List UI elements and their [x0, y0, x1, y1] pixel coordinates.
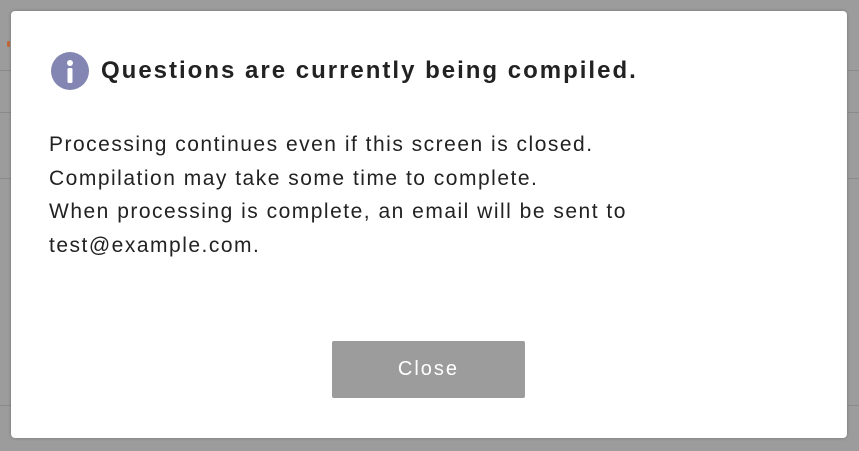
background-divider [848, 178, 859, 179]
message-line: Compilation may take some time to comple… [49, 166, 539, 190]
dialog-title: Questions are currently being compiled. [101, 57, 638, 84]
message-line: Processing continues even if this screen… [49, 133, 594, 156]
message-line: When processing is complete, an email wi… [49, 200, 627, 223]
dialog-message: Processing continues even if this screen… [49, 128, 769, 262]
background-divider [0, 70, 11, 71]
info-icon [51, 52, 89, 90]
background-divider [0, 405, 11, 406]
background-divider [848, 70, 859, 71]
background-accent-mark [7, 41, 10, 47]
background-divider [0, 178, 11, 179]
dialog-header: Questions are currently being compiled. [51, 52, 638, 90]
compile-dialog: Questions are currently being compiled. … [11, 11, 847, 438]
close-button[interactable]: Close [332, 341, 525, 398]
message-line: test@example.com. [49, 233, 261, 257]
background-divider [848, 405, 859, 406]
background-divider [0, 112, 11, 113]
background-divider [848, 112, 859, 113]
